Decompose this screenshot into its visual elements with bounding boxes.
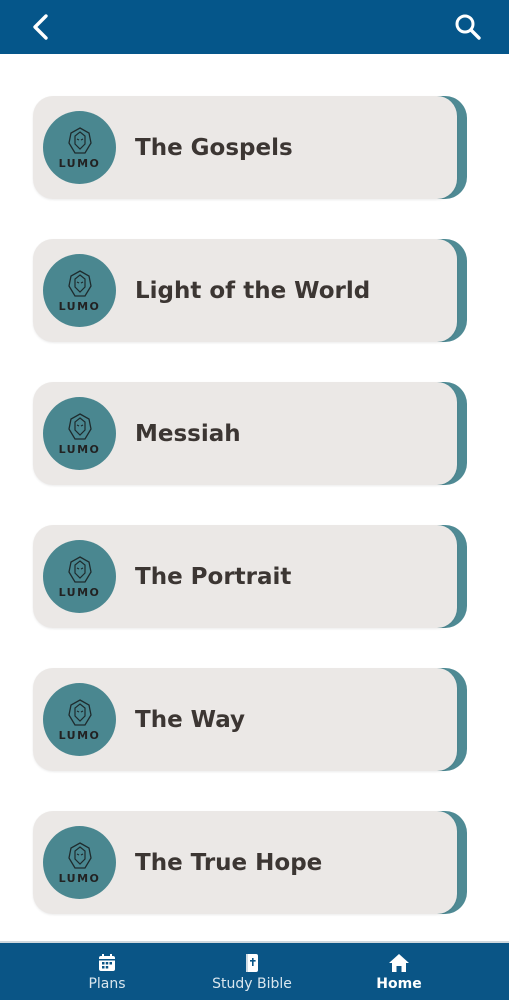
tab-home[interactable]: Home xyxy=(339,943,459,1000)
plan-card-light-of-the-world[interactable]: LUMO Light of the World xyxy=(33,239,467,342)
lumo-logo-icon: LUMO xyxy=(43,111,116,184)
lumo-logo-icon: LUMO xyxy=(43,683,116,756)
plan-card-the-portrait[interactable]: LUMO The Portrait xyxy=(33,525,467,628)
plan-list: LUMO The Gospels LUMO Light of the World xyxy=(33,96,467,954)
logo-text: LUMO xyxy=(58,442,101,456)
lion-icon xyxy=(67,555,92,583)
plan-title: Messiah xyxy=(135,420,241,447)
tab-label: Plans xyxy=(88,976,126,992)
logo-text: LUMO xyxy=(58,871,101,885)
plan-card-the-way[interactable]: LUMO The Way xyxy=(33,668,467,771)
lion-icon xyxy=(67,126,92,154)
lumo-logo-icon: LUMO xyxy=(43,397,116,470)
calendar-icon xyxy=(99,954,115,971)
lion-icon xyxy=(67,841,92,869)
lumo-logo-icon: LUMO xyxy=(43,254,116,327)
plan-title: The Way xyxy=(135,706,246,733)
lion-icon xyxy=(67,698,92,726)
plan-title: The Gospels xyxy=(135,134,293,161)
bible-icon xyxy=(246,954,258,972)
lion-icon xyxy=(67,412,92,440)
plan-card-the-gospels[interactable]: LUMO The Gospels xyxy=(33,96,467,199)
bottom-nav-bar: Plans Study Bible Home xyxy=(0,941,509,1000)
plan-title: Light of the World xyxy=(135,277,371,304)
logo-text: LUMO xyxy=(58,585,101,599)
logo-text: LUMO xyxy=(58,156,101,170)
logo-text: LUMO xyxy=(58,728,101,742)
tab-label: Study Bible xyxy=(212,976,292,992)
search-icon xyxy=(455,14,481,40)
plan-card-the-true-hope[interactable]: LUMO The True Hope xyxy=(33,811,467,914)
plan-card-messiah[interactable]: LUMO Messiah xyxy=(33,382,467,485)
logo-text: LUMO xyxy=(58,299,101,313)
tab-label: Home xyxy=(376,976,422,992)
home-icon xyxy=(389,954,409,972)
plan-title: The Portrait xyxy=(135,563,292,590)
top-app-bar xyxy=(0,0,509,54)
tab-study-bible[interactable]: Study Bible xyxy=(192,943,312,1000)
lion-icon xyxy=(67,269,92,297)
back-button[interactable] xyxy=(26,12,56,42)
lumo-logo-icon: LUMO xyxy=(43,540,116,613)
chevron-left-icon xyxy=(33,14,48,40)
search-button[interactable] xyxy=(453,12,483,42)
tab-plans[interactable]: Plans xyxy=(47,943,167,1000)
lumo-logo-icon: LUMO xyxy=(43,826,116,899)
plan-title: The True Hope xyxy=(135,849,323,876)
